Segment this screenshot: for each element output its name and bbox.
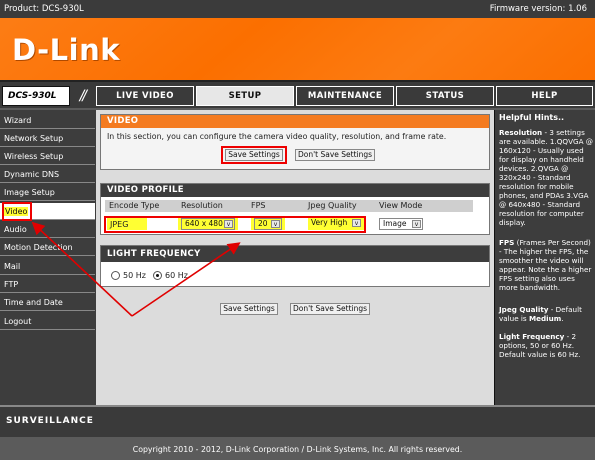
- hint-fps: FPS (Frames Per Second) - The higher the…: [499, 238, 594, 292]
- radio-60hz-label: 60 Hz: [165, 271, 188, 280]
- hint-resolution: Resolution - 3 settings are available. 1…: [499, 128, 594, 227]
- model-label: DCS-930L: [8, 91, 57, 101]
- hint-fps-text: (Frames Per Second) - The higher the FPS…: [499, 238, 592, 292]
- radio-50hz-label: 50 Hz: [123, 271, 146, 280]
- view-mode-value: Image: [383, 219, 407, 228]
- dont-save-settings-button-top[interactable]: Don't Save Settings: [295, 149, 375, 161]
- hint-resolution-text: - 3 settings are available. 1.QQVGA @ 16…: [499, 128, 593, 227]
- save-highlight-box: [221, 146, 287, 164]
- tab-maintenance[interactable]: MAINTENANCE: [296, 86, 394, 106]
- tab-live-video[interactable]: LIVE VIDEO: [96, 86, 194, 106]
- surveillance-bar: SURVEILLANCE: [0, 405, 595, 437]
- top-info-bar: Product: DCS-930L Firmware version: 1.06: [0, 0, 595, 18]
- video-intro-text: In this section, you can configure the c…: [107, 132, 447, 141]
- chevron-down-icon: v: [412, 220, 421, 228]
- sidebar: Wizard Network Setup Wireless Setup Dyna…: [0, 110, 96, 405]
- sidebar-item-audio[interactable]: Audio: [0, 221, 95, 238]
- surveillance-label: SURVEILLANCE: [6, 416, 94, 426]
- hint-resolution-title: Resolution: [499, 128, 543, 137]
- header-encode-type: Encode Type: [109, 201, 160, 210]
- main-content: VIDEO In this section, you can configure…: [96, 110, 494, 405]
- sidebar-item-ftp[interactable]: FTP: [0, 276, 95, 293]
- sidebar-item-network-setup[interactable]: Network Setup: [0, 130, 95, 147]
- hint-jpeg-end: .: [561, 314, 564, 323]
- sidebar-item-time-and-date[interactable]: Time and Date: [0, 294, 95, 311]
- tab-status[interactable]: STATUS: [396, 86, 494, 106]
- header-jpeg-quality: Jpeg Quality: [308, 201, 357, 210]
- main-nav: DCS-930L // LIVE VIDEO SETUP MAINTENANCE…: [0, 80, 595, 108]
- sidebar-item-wizard[interactable]: Wizard: [0, 112, 95, 129]
- tab-setup[interactable]: SETUP: [196, 86, 294, 106]
- hint-light-frequency: Light Frequency - 2 options, 50 or 60 Hz…: [499, 332, 594, 359]
- hint-jpeg-quality: Jpeg Quality - Default value is Medium.: [499, 305, 594, 323]
- brand-banner: D-Link: [0, 18, 595, 80]
- tab-help[interactable]: HELP: [496, 86, 593, 106]
- hints-title: Helpful Hints..: [499, 113, 565, 122]
- helpful-hints-panel: Helpful Hints.. Resolution - 3 settings …: [494, 110, 595, 405]
- hint-light-title: Light Frequency: [499, 332, 565, 341]
- dont-save-settings-button-bottom[interactable]: Don't Save Settings: [290, 303, 370, 315]
- header-fps: FPS: [251, 201, 266, 210]
- save-settings-button-bottom[interactable]: Save Settings: [220, 303, 278, 315]
- view-mode-select[interactable]: Image v: [379, 218, 423, 230]
- sidebar-item-image-setup[interactable]: Image Setup: [0, 184, 95, 201]
- dlink-logo: D-Link: [12, 33, 120, 67]
- profile-row-highlight-box: [104, 216, 366, 233]
- video-profile-title: VIDEO PROFILE: [101, 184, 489, 197]
- radio-50hz[interactable]: [111, 271, 120, 280]
- radio-60hz[interactable]: [153, 271, 162, 280]
- hint-fps-title: FPS: [499, 238, 515, 247]
- video-highlight-box: [2, 202, 32, 221]
- light-frequency-title: LIGHT FREQUENCY: [101, 246, 489, 262]
- sidebar-item-wireless-setup[interactable]: Wireless Setup: [0, 148, 95, 165]
- copyright-footer: Copyright 2010 - 2012, D-Link Corporatio…: [0, 437, 595, 460]
- sidebar-item-logout[interactable]: Logout: [0, 313, 95, 330]
- slash-decoration-icon: //: [79, 88, 88, 104]
- firmware-label: Firmware version: 1.06: [489, 4, 587, 14]
- product-label: Product: DCS-930L: [4, 4, 84, 14]
- sidebar-item-mail[interactable]: Mail: [0, 258, 95, 275]
- hint-jpeg-title: Jpeg Quality: [499, 305, 549, 314]
- sidebar-item-dynamic-dns[interactable]: Dynamic DNS: [0, 166, 95, 183]
- header-resolution: Resolution: [181, 201, 223, 210]
- video-panel-title: VIDEO: [101, 115, 489, 128]
- video-profile-panel: VIDEO PROFILE Encode Type Resolution FPS…: [100, 183, 490, 235]
- video-panel: VIDEO In this section, you can configure…: [100, 114, 490, 170]
- light-frequency-panel: LIGHT FREQUENCY 50 Hz 60 Hz: [100, 245, 490, 287]
- header-view-mode: View Mode: [379, 201, 423, 210]
- hint-jpeg-default: Medium: [528, 314, 562, 323]
- model-badge: DCS-930L //: [2, 86, 87, 106]
- sidebar-item-motion-detection[interactable]: Motion Detection: [0, 239, 95, 256]
